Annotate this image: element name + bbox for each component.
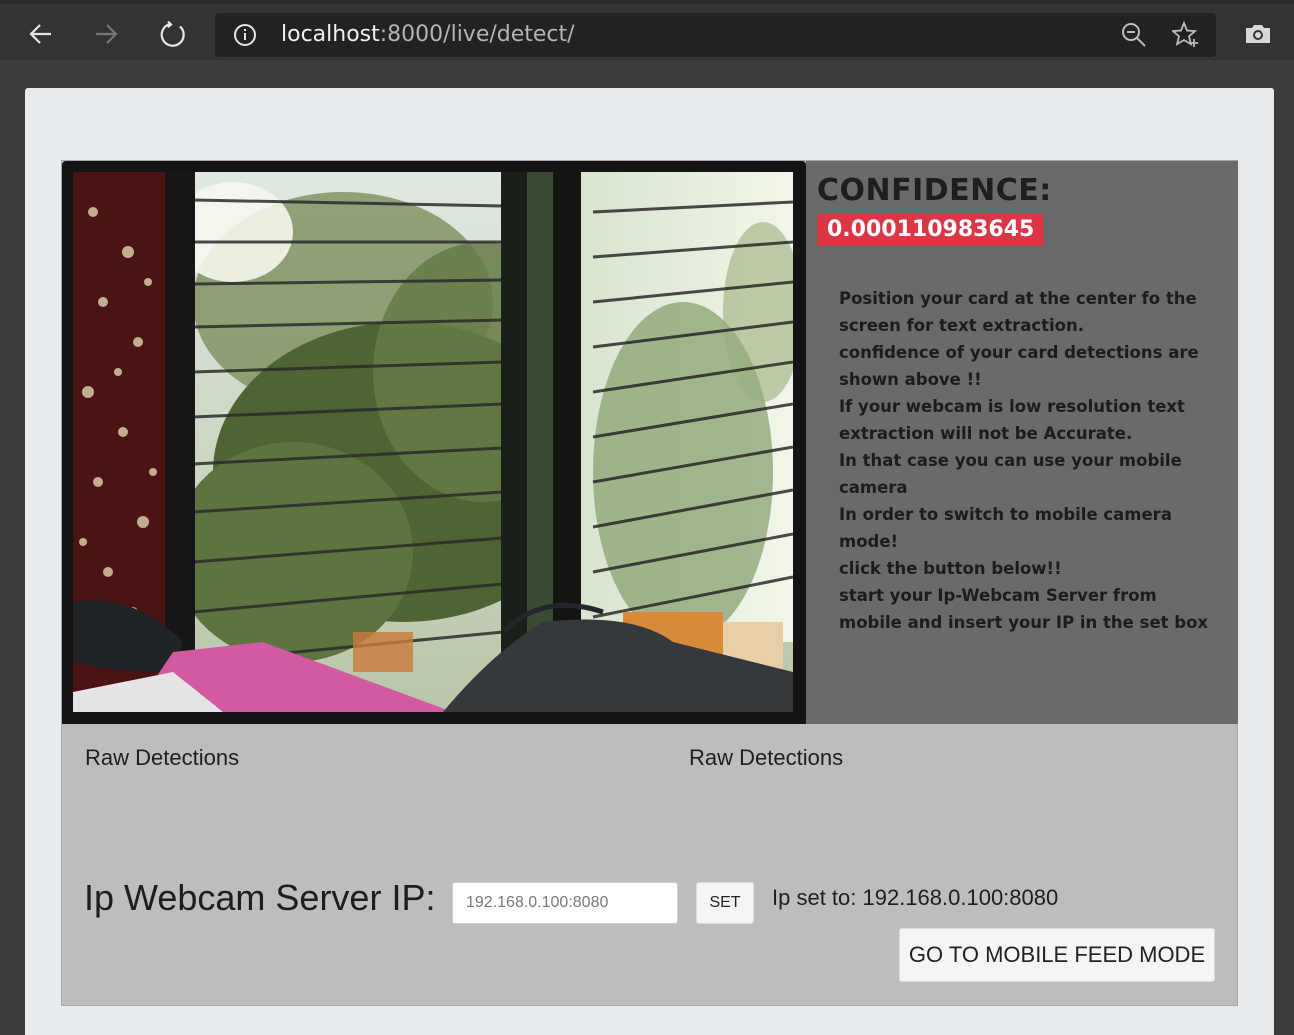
instruction-line: click the button below!! [839,559,1062,578]
back-arrow-icon[interactable] [21,14,61,54]
instruction-line: In that case you can use your mobile cam… [839,451,1182,497]
ip-address-input[interactable] [452,882,678,924]
forward-arrow-icon[interactable] [86,14,126,54]
instruction-line: Position your card at the center fo the … [839,289,1197,335]
ip-status-text: Ip set to: 192.168.0.100:8080 [772,885,1059,910]
instruction-line: start your Ip-Webcam Server from mobile … [839,586,1209,632]
camera-icon[interactable] [1244,22,1272,46]
webcam-frame [62,161,806,724]
instruction-line: In order to switch to mobile camera mode… [839,505,1172,551]
url-text[interactable]: localhost:8000/live/detect/ [281,23,575,47]
url-path: :8000/live/detect/ [379,22,575,47]
confidence-panel: CONFIDENCE: 0.000110983645 Position your… [806,161,1238,724]
mobile-feed-mode-button[interactable]: GO TO MOBILE FEED MODE [899,928,1215,982]
set-ip-button[interactable]: SET [696,882,754,924]
instruction-line: If your webcam is low resolution text ex… [839,397,1185,443]
raw-detections-right-label: Raw Detections [689,745,844,770]
webcam-feed-image [73,172,793,712]
star-icon[interactable] [1172,21,1200,49]
page-container: CONFIDENCE: 0.000110983645 Position your… [25,88,1274,1035]
browser-toolbar: localhost:8000/live/detect/ [0,0,1294,60]
ip-webcam-label: Ip Webcam Server IP: [84,877,436,918]
zoom-icon[interactable] [1120,21,1148,49]
instructions-text: Position your card at the center fo the … [839,285,1209,636]
raw-detections-left-label: Raw Detections [85,745,240,770]
url-host: localhost [281,22,380,47]
detection-card: CONFIDENCE: 0.000110983645 Position your… [61,160,1238,1006]
address-bar[interactable]: localhost:8000/live/detect/ [215,13,1216,57]
confidence-value-badge: 0.000110983645 [817,214,1045,246]
info-icon[interactable] [233,23,257,47]
instruction-line: confidence of your card detections are s… [839,343,1199,389]
confidence-title: CONFIDENCE: [817,173,1052,208]
reload-icon[interactable] [153,14,193,54]
